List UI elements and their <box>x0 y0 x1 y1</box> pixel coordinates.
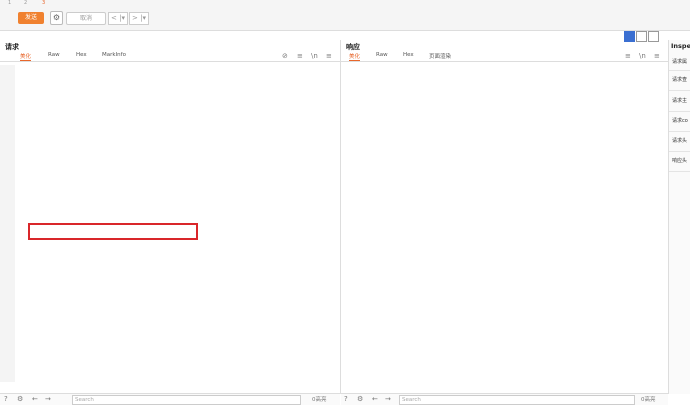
request-title: 请求 <box>5 43 19 51</box>
hide-icon[interactable]: ⊘ <box>282 52 288 60</box>
inspector-item[interactable]: 请求co <box>672 117 688 124</box>
faint-tab-1[interactable]: 1 <box>8 0 11 6</box>
wrap-icon[interactable]: ≡ <box>297 52 303 60</box>
help-icon[interactable]: ? <box>4 395 8 403</box>
send-button[interactable]: 发送 <box>18 12 44 24</box>
response-tabs: 美化 Raw Hex 页面渲染 <box>341 52 668 62</box>
inspector-item[interactable]: 请求主 <box>672 97 687 104</box>
inspector-item[interactable]: 请求属 <box>672 58 687 65</box>
next-icon[interactable]: → <box>385 395 391 403</box>
response-panel: 响应 美化 Raw Hex 页面渲染 ≡ \n ≡ 1HTTP/1.1 2002… <box>341 40 669 394</box>
wrap-icon[interactable]: ≡ <box>625 52 631 60</box>
next-icon[interactable]: → <box>45 395 51 403</box>
prev-icon[interactable]: ← <box>32 395 38 403</box>
request-search-bar: ? ⚙ ← → Search 0高亮 <box>0 393 340 405</box>
settings-icon[interactable]: ⚙ <box>17 395 23 403</box>
faint-tab-2[interactable]: 2 <box>24 0 27 6</box>
response-search-bar: ? ⚙ ← → Search 0高亮 <box>341 393 668 405</box>
inspector-item[interactable]: 请求查 <box>672 76 687 83</box>
inspector-item[interactable]: 请求头 <box>672 137 687 144</box>
tab-raw[interactable]: Raw <box>376 52 388 58</box>
tab-hex[interactable]: Hex <box>403 52 414 58</box>
tab-hex[interactable]: Hex <box>76 52 87 58</box>
newline-icon[interactable]: \n <box>639 52 646 60</box>
inspector-item[interactable]: 响应头 <box>672 157 687 164</box>
settings-icon[interactable]: ⚙ <box>357 395 363 403</box>
request-panel: 请求 美化 Raw Hex MarkInfo ⊘ ≡ \n ≡ 3User-Ag… <box>0 40 341 394</box>
tab-pretty[interactable]: 美化 <box>20 52 32 61</box>
prev-icon[interactable]: ← <box>372 395 378 403</box>
menu-icon[interactable]: ≡ <box>654 52 660 60</box>
response-title: 响应 <box>346 43 360 51</box>
inspector-panel: Inspe 请求属 请求查 请求主 请求co 请求头 响应头 <box>669 40 690 394</box>
faint-tab-3[interactable]: 3 <box>42 0 45 6</box>
forward-button[interactable]: > |▾ <box>129 12 149 25</box>
tab-pretty[interactable]: 美化 <box>349 52 361 61</box>
cancel-button[interactable]: 取消 <box>66 12 106 25</box>
back-button[interactable]: < |▾ <box>108 12 128 25</box>
highlight-box <box>28 223 198 240</box>
tab-raw[interactable]: Raw <box>48 52 60 58</box>
newline-icon[interactable]: \n <box>311 52 318 60</box>
request-tabs: 美化 Raw Hex MarkInfo <box>0 52 340 62</box>
match-count: 0高亮 <box>312 397 327 403</box>
inspector-title: Inspe <box>671 42 690 50</box>
tab-render[interactable]: 页面渲染 <box>429 52 451 60</box>
help-icon[interactable]: ? <box>344 395 348 403</box>
menu-icon[interactable]: ≡ <box>326 52 332 60</box>
gear-icon[interactable]: ⚙ <box>50 11 63 25</box>
match-count: 0高亮 <box>641 397 656 403</box>
tab-markinfo[interactable]: MarkInfo <box>102 52 126 58</box>
